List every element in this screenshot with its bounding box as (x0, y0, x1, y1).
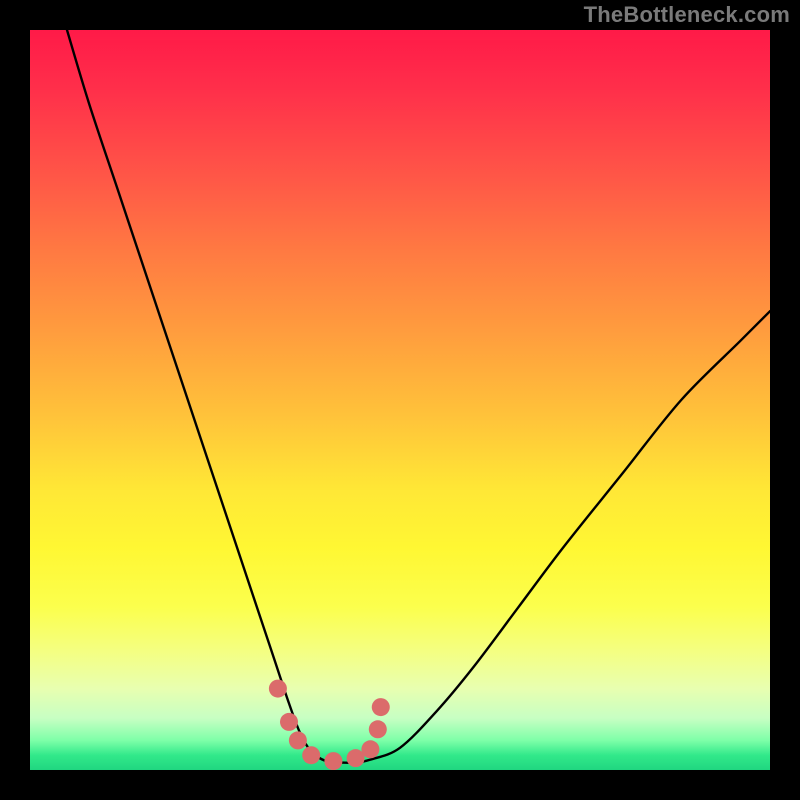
marker-dot (269, 680, 287, 698)
chart-root: TheBottleneck.com (0, 0, 800, 800)
attribution-label: TheBottleneck.com (584, 2, 790, 28)
marker-dot (369, 720, 387, 738)
marker-dot (324, 752, 342, 770)
bottleneck-curve-path (67, 30, 770, 763)
curve-overlay (30, 30, 770, 770)
marker-dot (280, 713, 298, 731)
marker-dot (361, 740, 379, 758)
marker-dot (289, 731, 307, 749)
marker-dot (302, 746, 320, 764)
marker-group (269, 680, 390, 770)
marker-dot (372, 698, 390, 716)
plot-area (30, 30, 770, 770)
